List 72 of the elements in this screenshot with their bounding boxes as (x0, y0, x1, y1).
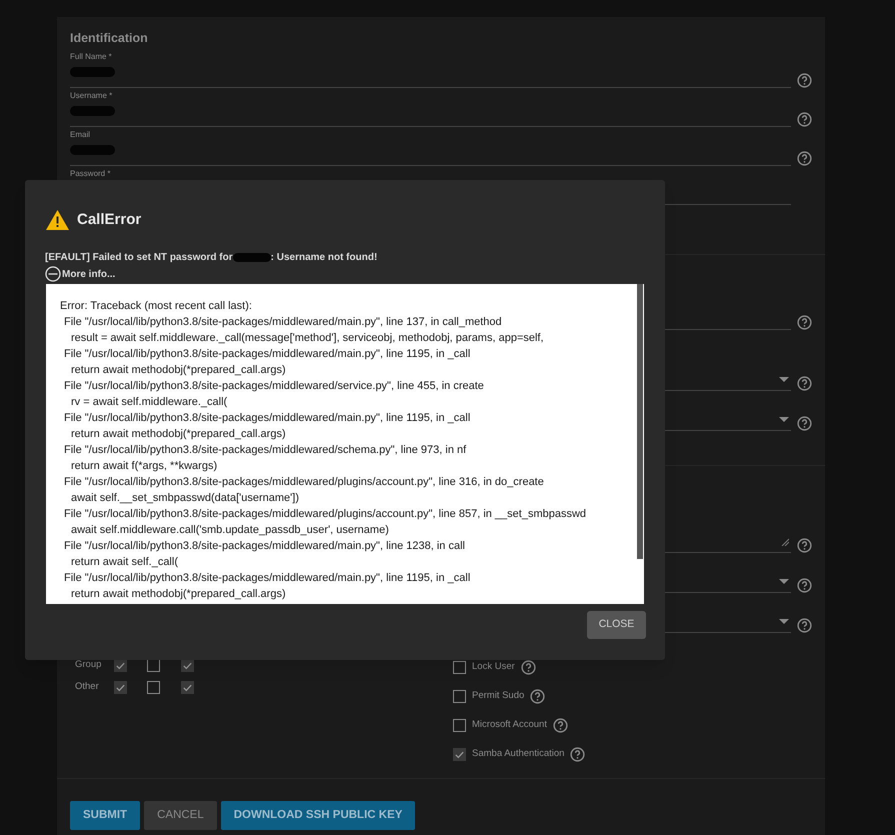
dialog-title: CallError (77, 210, 142, 230)
checkbox-label: Lock User (472, 660, 515, 674)
help-icon[interactable] (797, 416, 812, 431)
traceback-line: await self.__set_smbpasswd(data['username']) (71, 491, 299, 506)
help-icon[interactable] (797, 578, 812, 593)
help-icon[interactable] (530, 689, 546, 704)
dropdown-caret-icon (779, 619, 789, 624)
help-icon[interactable] (797, 376, 812, 391)
redaction-mark (232, 252, 271, 262)
section-title: Identification (70, 30, 149, 47)
help-icon[interactable] (797, 73, 812, 88)
traceback-line: File "/usr/local/lib/python3.8/site-packages/middlewared/main.py", line 1195, in _call (64, 347, 470, 362)
traceback-line: return await methodobj(*prepared_call.args) (71, 427, 286, 442)
traceback-line: File "/usr/local/lib/python3.8/site-packages/middlewared/plugins/account.py", line 316, in do_create (64, 475, 544, 490)
traceback-line: File "/usr/local/lib/python3.8/site-packages/middlewared/main.py", line 1195, in _call (64, 571, 470, 586)
help-icon[interactable] (797, 112, 812, 127)
more-info-link[interactable]: More info... (62, 267, 116, 282)
warning-icon (45, 209, 70, 231)
traceback-line: File "/usr/local/lib/python3.8/site-packages/middlewared/main.py", line 1238, in call (64, 539, 465, 554)
input-field[interactable]: Full Name * (70, 51, 791, 88)
collapse-icon[interactable] (45, 266, 61, 282)
field-label: Password * (70, 168, 110, 180)
traceback-line: File "/usr/local/lib/python3.8/site-packages/middlewared/schema.py", line 973, in nf (64, 443, 466, 458)
traceback-line: await self.middleware.call('smb.update_passdb_user', username) (71, 523, 389, 538)
checkbox[interactable] (453, 748, 466, 761)
traceback-line: File "/usr/local/lib/python3.8/site-packages/middlewared/plugins/account.py", line 857, in __set_smbpasswd (64, 507, 586, 522)
checkbox[interactable] (453, 690, 466, 703)
traceback-line: return await methodobj(*prepared_call.args) (71, 587, 286, 602)
error-message: [EFAULT] Failed to set NT password for (45, 250, 233, 264)
help-icon[interactable] (797, 315, 812, 330)
action-button[interactable]: SUBMIT (70, 801, 140, 830)
input-field[interactable]: Username * (70, 90, 791, 127)
dropdown-caret-icon (779, 377, 789, 382)
checkbox[interactable] (181, 681, 194, 694)
cancel-button[interactable]: CANCEL (144, 801, 217, 830)
field-label: Full Name * (70, 51, 112, 63)
checkbox[interactable] (114, 659, 127, 672)
dropdown-caret-icon (779, 579, 789, 584)
help-icon[interactable] (520, 660, 536, 675)
traceback-line: File "/usr/local/lib/python3.8/site-packages/middlewared/service.py", line 455, in create (64, 379, 484, 394)
action-button[interactable]: DOWNLOAD SSH PUBLIC KEY (220, 801, 416, 830)
input-field[interactable]: Email (70, 129, 791, 166)
checkbox-label: Permit Sudo (472, 689, 524, 704)
checkbox-label: Samba Authentication (472, 747, 564, 762)
help-icon[interactable] (570, 747, 586, 762)
permission-label: Other (74, 680, 100, 694)
traceback-line: result = await self.middleware._call(message['method'], serviceobj, methodobj, params, app=self, (71, 331, 544, 346)
checkbox[interactable] (147, 681, 160, 694)
field-label: Email (70, 129, 90, 141)
traceback-line: return await methodobj(*prepared_call.args) (71, 363, 286, 378)
checkbox[interactable] (114, 681, 127, 694)
traceback-line: return await self._call( (71, 555, 178, 570)
help-icon[interactable] (797, 538, 812, 553)
help-icon[interactable] (797, 151, 812, 166)
dropdown-caret-icon (779, 417, 789, 422)
checkbox[interactable] (181, 659, 194, 672)
traceback-line: Error: Traceback (most recent call last): (60, 299, 252, 314)
help-icon[interactable] (552, 718, 568, 733)
close-button[interactable]: CLOSE (587, 611, 646, 639)
traceback-line: File "/usr/local/lib/python3.8/site-packages/middlewared/main.py", line 1195, in _call (64, 411, 470, 426)
scrollbar-thumb[interactable] (637, 284, 643, 559)
checkbox-label: Microsoft Account (472, 718, 547, 732)
error-message: : Username not found! (270, 250, 378, 264)
field-label: Username * (70, 90, 112, 102)
checkbox[interactable] (453, 719, 466, 732)
traceback-line: File "/usr/local/lib/python3.8/site-packages/middlewared/main.py", line 137, in call_method (64, 315, 502, 330)
help-icon[interactable] (797, 618, 812, 633)
traceback-line: rv = await self.middleware._call( (71, 395, 228, 410)
traceback-line: return await f(*args, **kwargs) (71, 459, 218, 474)
permission-label: Group (74, 658, 102, 672)
resize-handle-icon[interactable] (781, 538, 789, 546)
checkbox[interactable] (453, 661, 466, 674)
